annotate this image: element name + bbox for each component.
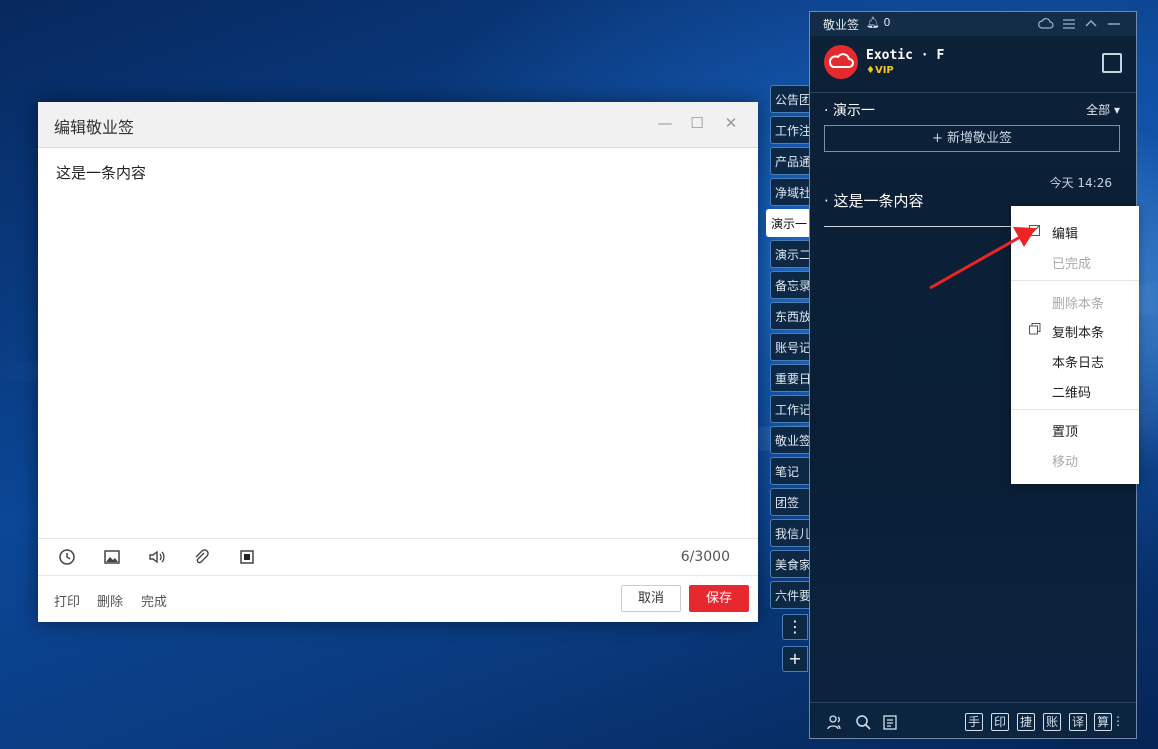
image-icon[interactable] [102, 547, 122, 567]
tab-group[interactable]: 公告团 [770, 85, 810, 113]
shortcut-button[interactable]: 捷 [1017, 713, 1035, 731]
tab-group[interactable]: 工作注 [770, 116, 810, 144]
speaker-icon[interactable] [147, 547, 167, 567]
note-text: 这是一条内容 [833, 192, 924, 210]
editor-content[interactable]: 这是一条内容 [56, 162, 740, 183]
note-divider [824, 226, 1014, 227]
notes-list-icon[interactable] [881, 713, 899, 731]
copy-icon [1029, 323, 1041, 335]
tab-group[interactable]: 演示二 [770, 240, 810, 268]
diamond-icon: ♦ [866, 65, 875, 76]
minimize-icon[interactable]: — [656, 114, 674, 132]
menu-divider [1011, 409, 1139, 410]
menu-divider [1011, 280, 1139, 281]
tab-group-active[interactable]: 演示一 [766, 209, 814, 237]
menu-icon[interactable] [1063, 18, 1075, 30]
note-timestamp: 今天 14:26 [1049, 176, 1112, 190]
tab-group[interactable]: 净域社 [770, 178, 810, 206]
tab-group[interactable]: 美食家 [770, 550, 810, 578]
tab-group[interactable]: 六件要 [770, 581, 810, 609]
delete-link[interactable]: 删除 [97, 591, 123, 610]
bullet-icon: · [824, 103, 833, 119]
panel-bottom-toolbar: 手 印 捷 账 译 算 ⋮ [810, 702, 1136, 739]
more-icon[interactable]: ⋮ [1112, 713, 1124, 731]
app-name: 敬业签 [823, 18, 860, 32]
vip-badge: ♦VIP [866, 65, 894, 76]
attachment-icon[interactable] [191, 547, 211, 567]
notification-count: 0 [883, 16, 891, 29]
bullet-icon: · [824, 192, 834, 210]
notification[interactable]: 🔔︎ 0 [866, 16, 890, 29]
maximize-icon[interactable]: ☐ [688, 114, 706, 132]
note-context-menu: 编辑 已完成 删除本条 复制本条 本条日志 二维码 置顶 移动 [1011, 206, 1139, 484]
account-button[interactable]: 账 [1043, 713, 1061, 731]
handwriting-button[interactable]: 手 [965, 713, 983, 731]
panel-titlebar[interactable]: 敬业签 🔔︎ 0 [810, 12, 1136, 36]
minimize-icon[interactable] [1108, 18, 1120, 30]
print-button[interactable]: 印 [991, 713, 1009, 731]
tab-group[interactable]: 工作记 [770, 395, 810, 423]
editor-title: 编辑敬业签 [54, 118, 135, 137]
avatar[interactable] [824, 45, 858, 79]
filter-label: 全部 [1086, 103, 1111, 117]
add-note-button[interactable]: + 新增敬业签 [824, 125, 1120, 152]
search-icon[interactable] [854, 713, 872, 731]
add-tab-button[interactable]: + [782, 646, 808, 672]
clock-icon[interactable] [57, 547, 77, 567]
more-tabs-button[interactable]: ⋮ [782, 614, 808, 640]
menu-item-qrcode[interactable]: 二维码 [1052, 382, 1091, 401]
tab-group[interactable]: 敬业签 [770, 426, 810, 454]
cloud-logo-icon [828, 53, 854, 68]
cloud-sync-icon[interactable] [1038, 17, 1054, 31]
group-name: 演示一 [832, 103, 875, 119]
tab-group[interactable]: 备忘录 [770, 271, 810, 299]
calculator-button[interactable]: 算 [1094, 713, 1112, 731]
cancel-button[interactable]: 取消 [621, 585, 681, 612]
menu-item-delete[interactable]: 删除本条 [1052, 293, 1104, 312]
group-title: · 演示一 [824, 100, 875, 120]
vip-label: VIP [874, 65, 894, 76]
divider [810, 92, 1136, 93]
tab-group[interactable]: 重要日 [770, 364, 810, 392]
calendar-icon[interactable] [1102, 53, 1122, 73]
editor-footer: 打印 删除 完成 取消 保存 [38, 575, 758, 622]
tab-group[interactable]: 团签 [770, 488, 810, 516]
menu-item-pin[interactable]: 置顶 [1052, 421, 1078, 440]
stop-icon[interactable] [237, 547, 257, 567]
menu-item-copy[interactable]: 复制本条 [1052, 322, 1104, 341]
tab-group[interactable]: 东西放 [770, 302, 810, 330]
tab-group[interactable]: 账号记 [770, 333, 810, 361]
print-link[interactable]: 打印 [54, 591, 80, 610]
filter-dropdown[interactable]: 全部 ▾ [1086, 101, 1120, 118]
close-icon[interactable]: ✕ [722, 114, 740, 132]
tab-group[interactable]: 笔记 [770, 457, 810, 485]
bell-icon: 🔔︎ [866, 16, 880, 29]
menu-item-log[interactable]: 本条日志 [1052, 352, 1104, 371]
user-name: Exotic · F [866, 48, 945, 63]
menu-item-edit[interactable]: 编辑 [1052, 223, 1078, 242]
tab-group[interactable]: 产品通 [770, 147, 810, 175]
save-button[interactable]: 保存 [689, 585, 749, 612]
edit-icon [1029, 225, 1040, 236]
menu-item-move[interactable]: 移动 [1052, 451, 1078, 470]
translate-button[interactable]: 译 [1069, 713, 1087, 731]
contacts-icon[interactable] [826, 713, 844, 731]
collapse-icon[interactable] [1085, 18, 1097, 30]
note-item[interactable]: · 这是一条内容 [824, 190, 924, 211]
editor-toolbar: 6/3000 [38, 538, 758, 576]
menu-item-done[interactable]: 已完成 [1052, 253, 1091, 272]
editor-titlebar[interactable]: 编辑敬业签 — ☐ ✕ [38, 102, 758, 148]
char-count: 6/3000 [680, 549, 730, 565]
tab-group[interactable]: 我信儿 [770, 519, 810, 547]
chevron-down-icon: ▾ [1113, 103, 1120, 117]
edit-note-window: 编辑敬业签 — ☐ ✕ 这是一条内容 6/3000 打印 删除 完成 取消 保存 [38, 102, 758, 622]
complete-link[interactable]: 完成 [141, 591, 167, 610]
